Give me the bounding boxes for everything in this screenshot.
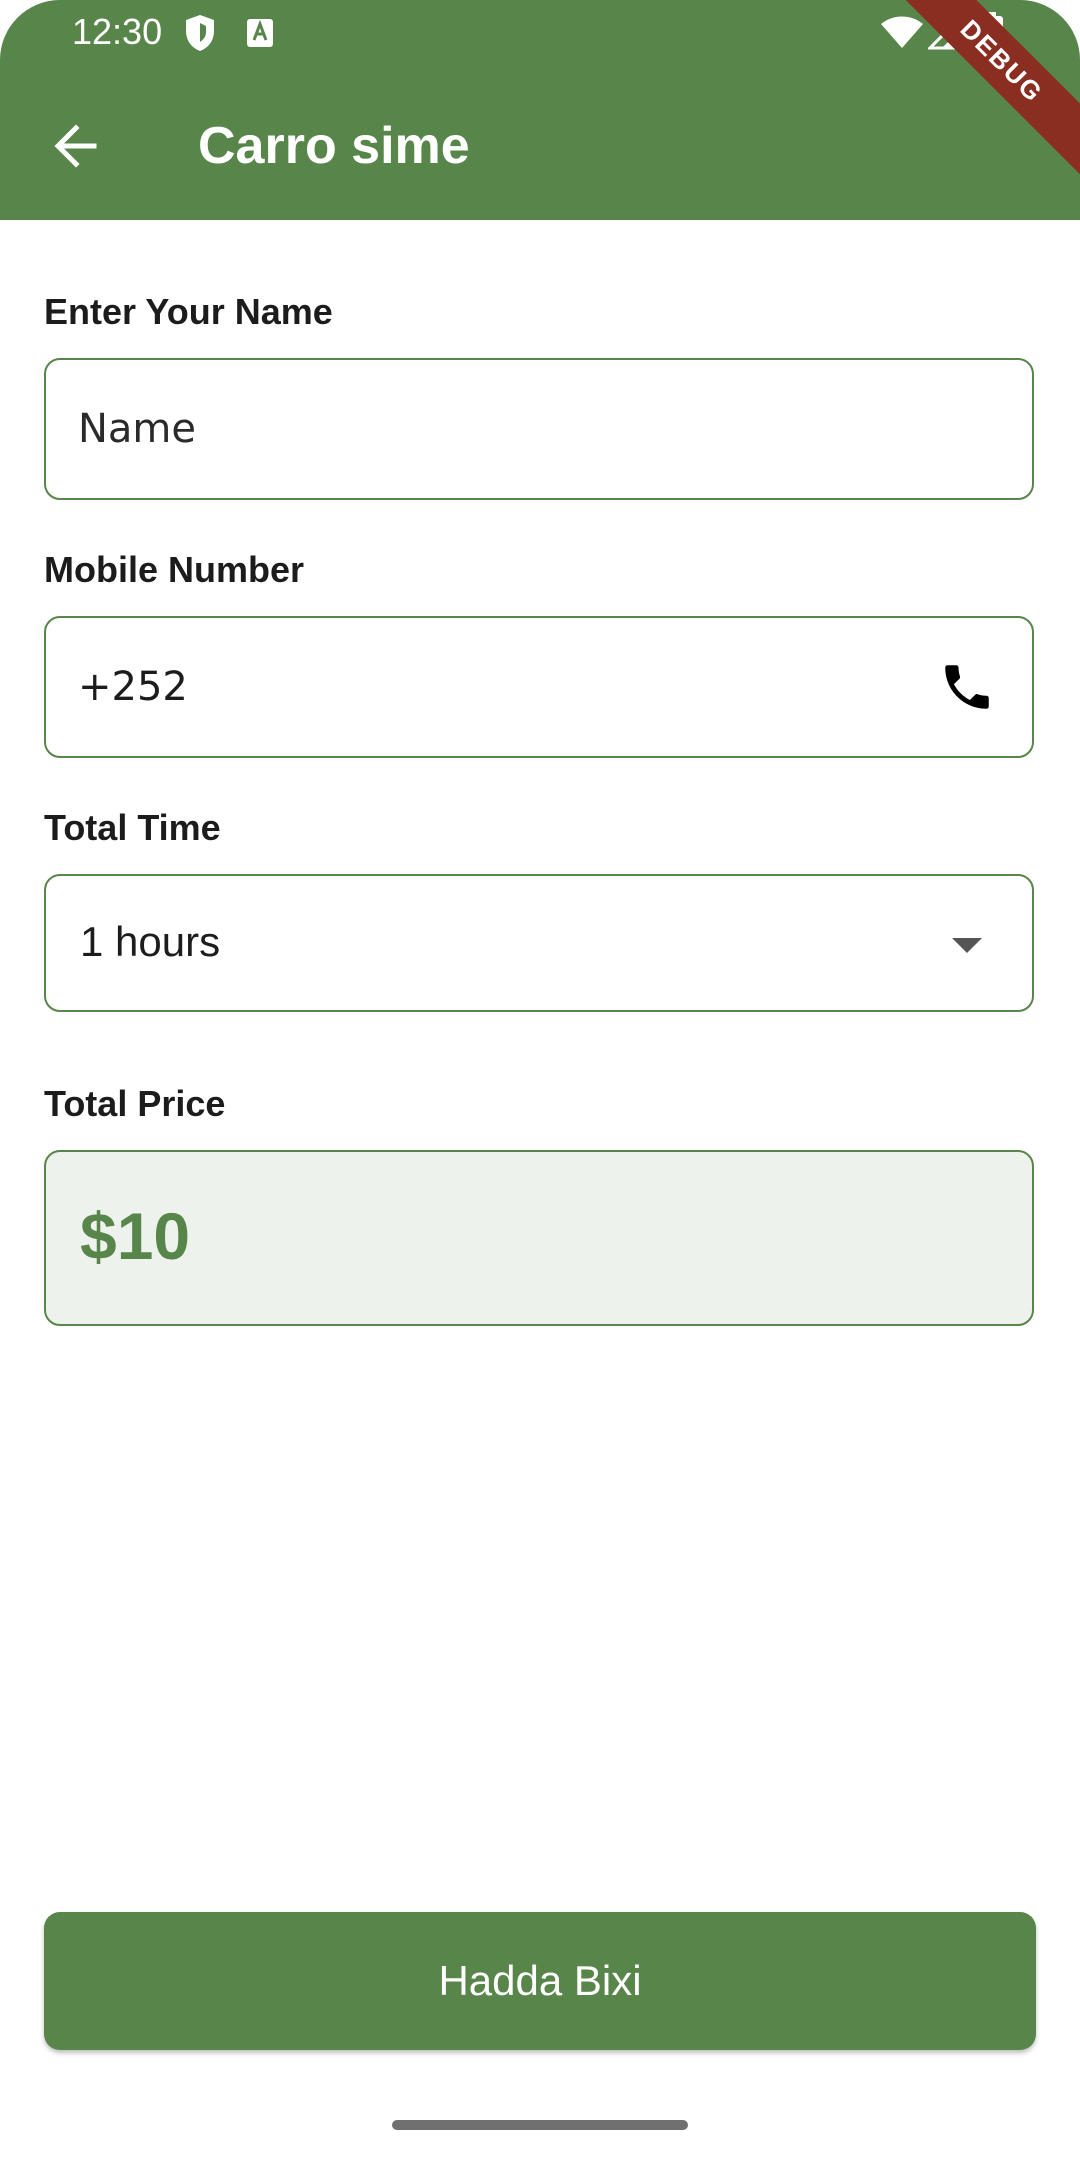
name-label: Enter Your Name xyxy=(44,291,333,332)
shield-icon xyxy=(186,15,214,51)
wifi-icon xyxy=(881,16,923,48)
total-time-selected: 1 hours xyxy=(80,918,221,965)
header: 12:30 DEBUG Carro sime xyxy=(0,0,1080,220)
total-price-value: $10 xyxy=(80,1199,191,1273)
a-notification-icon xyxy=(247,19,273,47)
arrow-back-icon xyxy=(54,124,97,168)
dropdown-arrow-icon xyxy=(952,938,982,953)
total-price-label: Total Price xyxy=(44,1083,226,1124)
mobile-label: Mobile Number xyxy=(44,549,305,590)
total-price-box: $10 xyxy=(44,1150,1034,1326)
name-field xyxy=(44,358,1034,500)
mobile-input[interactable] xyxy=(78,618,938,756)
back-button[interactable] xyxy=(44,114,108,178)
status-time: 12:30 xyxy=(72,11,163,52)
status-bar: 12:30 DEBUG xyxy=(0,0,1080,185)
mobile-field xyxy=(44,616,1034,758)
booking-screen: 12:30 DEBUG Carro sime Enter Your Name N… xyxy=(0,0,1080,2160)
phone-icon xyxy=(945,665,989,709)
page-title: Carro sime xyxy=(198,117,470,175)
pay-now-button[interactable]: Hadda Bixi xyxy=(44,1912,1036,2050)
total-time-label: Total Time xyxy=(44,807,221,848)
total-time-dropdown[interactable]: 1 hours xyxy=(44,874,1034,1012)
home-indicator[interactable] xyxy=(392,2120,688,2130)
app-bar: Carro sime xyxy=(0,64,1080,220)
name-input[interactable] xyxy=(78,360,938,498)
